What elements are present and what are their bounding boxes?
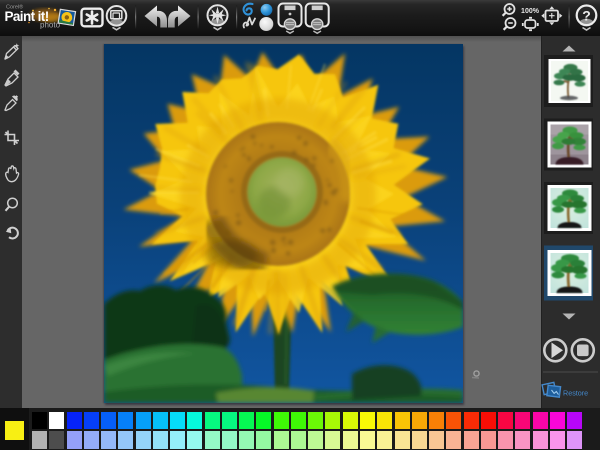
svg-text:?: ?: [582, 7, 591, 23]
svg-text:100%: 100%: [521, 8, 540, 15]
svg-text:photo: photo: [40, 21, 61, 30]
svg-text:Restore: Restore: [563, 389, 588, 398]
